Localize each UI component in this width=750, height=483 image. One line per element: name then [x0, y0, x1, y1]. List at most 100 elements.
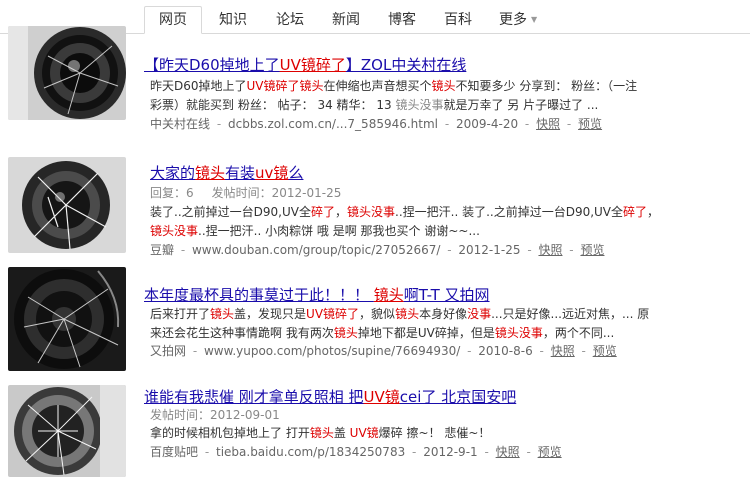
snippet-highlight: UV镜碎了	[306, 307, 360, 321]
result-source: 百度贴吧	[150, 445, 199, 459]
snippet-highlight: 镜头没事	[150, 224, 199, 238]
snippet-highlight: 镜头	[431, 79, 456, 93]
snippet-text: 彩票）就能买到 粉丝： 帖子： 34 精华： 13	[150, 98, 396, 112]
result-url-line-4: 百度贴吧 - tieba.baidu.com/p/1834250783 - 20…	[150, 445, 562, 459]
tab-more-label: 更多	[499, 12, 527, 28]
title-highlight: 镜头	[373, 286, 404, 304]
snippet-highlight: 镜头	[395, 307, 420, 321]
result-url: www.yupoo.com/photos/supine/76694930/	[203, 344, 461, 358]
result-thumbnail-2[interactable]	[8, 157, 126, 253]
title-text: 】ZOL中关村在线	[345, 56, 467, 74]
snippet-text: 不知要多少 分享到： 粉丝：（一注	[455, 79, 638, 93]
snippet-highlight: 没事	[467, 307, 492, 321]
snippet-text: 昨天D60掉地上了	[150, 79, 247, 93]
result-snippet-2: 装了..之前掉过一台D90,UV全碎了，镜头没事..捏一把汗.. 装了..之前掉…	[150, 203, 690, 241]
result-url-line-2: 豆瓣 - www.douban.com/group/topic/27052667…	[150, 243, 605, 257]
result-thumbnail-1[interactable]	[8, 26, 126, 120]
result-title-3[interactable]: 本年度最杯具的事莫过于此！！！ 镜头啊T-T 又拍网	[144, 285, 490, 305]
preview-link[interactable]: 预览	[580, 243, 604, 257]
post-time: 发帖时间：2012-09-01	[150, 408, 280, 422]
snippet-highlight: 镜头	[309, 426, 334, 440]
result-thumbnail-3[interactable]	[8, 267, 126, 371]
result-date: 2009-4-20	[455, 117, 519, 131]
snippet-highlight: 碎了	[623, 205, 648, 219]
result-snippet-1: 昨天D60掉地上了UV镜碎了镜头在伸缩也声音想买个镜头不知要多少 分享到： 粉丝…	[150, 77, 690, 115]
result-date: 2012-9-1	[423, 445, 478, 459]
result-url: www.douban.com/group/topic/27052667/	[191, 243, 441, 257]
snapshot-link[interactable]: 快照	[551, 344, 575, 358]
snippet-text: 装了..之前掉过一台D90,UV全	[150, 205, 311, 219]
snapshot-link[interactable]: 快照	[536, 117, 560, 131]
title-text: 有装	[225, 164, 256, 182]
tab-blog[interactable]: 博客	[388, 9, 416, 34]
snippet-text: 在伸缩也声音想买个	[323, 79, 432, 93]
snippet-highlight: 镜头没事	[395, 98, 444, 112]
snippet-text: ...只是好像...远近对焦，... 原	[491, 307, 650, 321]
result-meta-2: 回复：6 发帖时间：2012-01-25	[150, 185, 341, 201]
result-title-1[interactable]: 【昨天D60掉地上了UV镜碎了】ZOL中关村在线	[144, 55, 466, 75]
title-text: 【昨天D60掉地上了	[144, 56, 280, 74]
snippet-highlight: 镜头	[333, 326, 358, 340]
snippet-text: ，貌似	[359, 307, 396, 321]
tab-forum[interactable]: 论坛	[276, 9, 304, 34]
snippet-highlight: 镜头	[210, 307, 235, 321]
snippet-text: 就是万幸了 另 片子曝过了 ...	[443, 98, 599, 112]
tab-news[interactable]: 新闻	[332, 9, 360, 34]
result-url: tieba.baidu.com/p/1834250783	[215, 445, 406, 459]
snippet-line: 后来打开了镜头盖，发现只是UV镜碎了，貌似镜头本身好像没事...只是好像...远…	[150, 305, 690, 324]
title-text: cei了 北京国安吧	[399, 388, 517, 406]
broken-lens-image	[8, 157, 126, 253]
tab-encyclopedia[interactable]: 百科	[444, 9, 472, 34]
preview-link[interactable]: 预览	[538, 445, 562, 459]
snippet-line: 装了..之前掉过一台D90,UV全碎了，镜头没事..捏一把汗.. 装了..之前掉…	[150, 203, 690, 222]
broken-lens-image	[8, 267, 126, 371]
preview-link[interactable]: 预览	[578, 117, 602, 131]
tab-knowledge[interactable]: 知识	[219, 9, 247, 34]
snippet-text: 后来打开了	[150, 307, 211, 321]
preview-link[interactable]: 预览	[593, 344, 617, 358]
snippet-text: 来还会花生这种事情跪啊 我有两次	[150, 326, 334, 340]
snippet-line: 昨天D60掉地上了UV镜碎了镜头在伸缩也声音想买个镜头不知要多少 分享到： 粉丝…	[150, 77, 690, 96]
snippet-text: ，	[334, 205, 347, 219]
result-meta-4: 发帖时间：2012-09-01	[150, 407, 280, 423]
snippet-highlight: 碎了	[310, 205, 335, 219]
result-title-2[interactable]: 大家的镜头有装uv镜么	[150, 163, 303, 183]
result-title-4[interactable]: 谁能有我悲催 刚才拿单反照相 把UV镜cei了 北京国安吧	[144, 387, 516, 407]
title-text: 么	[288, 164, 304, 182]
title-highlight: 镜头	[195, 164, 226, 182]
snippet-text: 盖，发现只是	[234, 307, 307, 321]
snippet-text: ，	[647, 205, 660, 219]
snippet-line: 彩票）就能买到 粉丝： 帖子： 34 精华： 13 镜头没事就是万幸了 另 片子…	[150, 96, 690, 115]
snippet-highlight: UV镜碎了镜头	[246, 79, 324, 93]
title-highlight: UV镜碎了	[279, 56, 346, 74]
result-url-line-1: 中关村在线 - dcbbs.zol.com.cn/...7_585946.htm…	[150, 117, 603, 131]
snippet-text: 盖	[333, 426, 350, 440]
result-source: 又拍网	[150, 344, 187, 358]
snippet-text: ，两个不同...	[542, 326, 615, 340]
snippet-text: 拿的时候相机包掉地上了 打开	[150, 426, 310, 440]
snippet-text: ..捏一把汗.. 装了..之前掉过一台D90,UV全	[395, 205, 624, 219]
snippet-line: 镜头没事..捏一把汗.. 小肉粽饼 哦 是啊 那我也买个 谢谢~~...	[150, 222, 690, 241]
title-highlight: uv镜	[255, 164, 289, 182]
snippet-line: 来还会花生这种事情跪啊 我有两次镜头掉地下都是UV碎掉，但是镜头没事，两个不同.…	[150, 324, 690, 343]
tab-more[interactable]: 更多 ▼	[499, 9, 537, 34]
snippet-line: 拿的时候相机包掉地上了 打开镜头盖 UV镜爆碎 擦~！ 悲催~！	[150, 424, 690, 443]
result-thumbnail-4[interactable]	[8, 385, 126, 477]
snippet-text: 掉地下都是UV碎掉，但是	[357, 326, 495, 340]
result-date: 2012-1-25	[458, 243, 521, 257]
snippet-text: ..捏一把汗.. 小肉粽饼 哦 是啊 那我也买个 谢谢~~...	[198, 224, 480, 238]
result-snippet-4: 拿的时候相机包掉地上了 打开镜头盖 UV镜爆碎 擦~！ 悲催~！	[150, 424, 690, 443]
snippet-text: 本身好像	[419, 307, 468, 321]
snippet-highlight: 镜头没事	[346, 205, 395, 219]
result-source: 中关村在线	[150, 117, 211, 131]
chevron-down-icon: ▼	[531, 15, 538, 24]
post-time: 发帖时间：2012-01-25	[211, 186, 342, 200]
result-snippet-3: 后来打开了镜头盖，发现只是UV镜碎了，貌似镜头本身好像没事...只是好像...远…	[150, 305, 690, 343]
snapshot-link[interactable]: 快照	[496, 445, 520, 459]
snippet-highlight: UV镜	[349, 426, 379, 440]
tab-web[interactable]: 网页	[144, 6, 202, 34]
broken-lens-image	[8, 385, 126, 477]
snapshot-link[interactable]: 快照	[538, 243, 562, 257]
title-highlight: UV镜	[363, 388, 400, 406]
reply-count: 回复：6	[150, 186, 194, 200]
